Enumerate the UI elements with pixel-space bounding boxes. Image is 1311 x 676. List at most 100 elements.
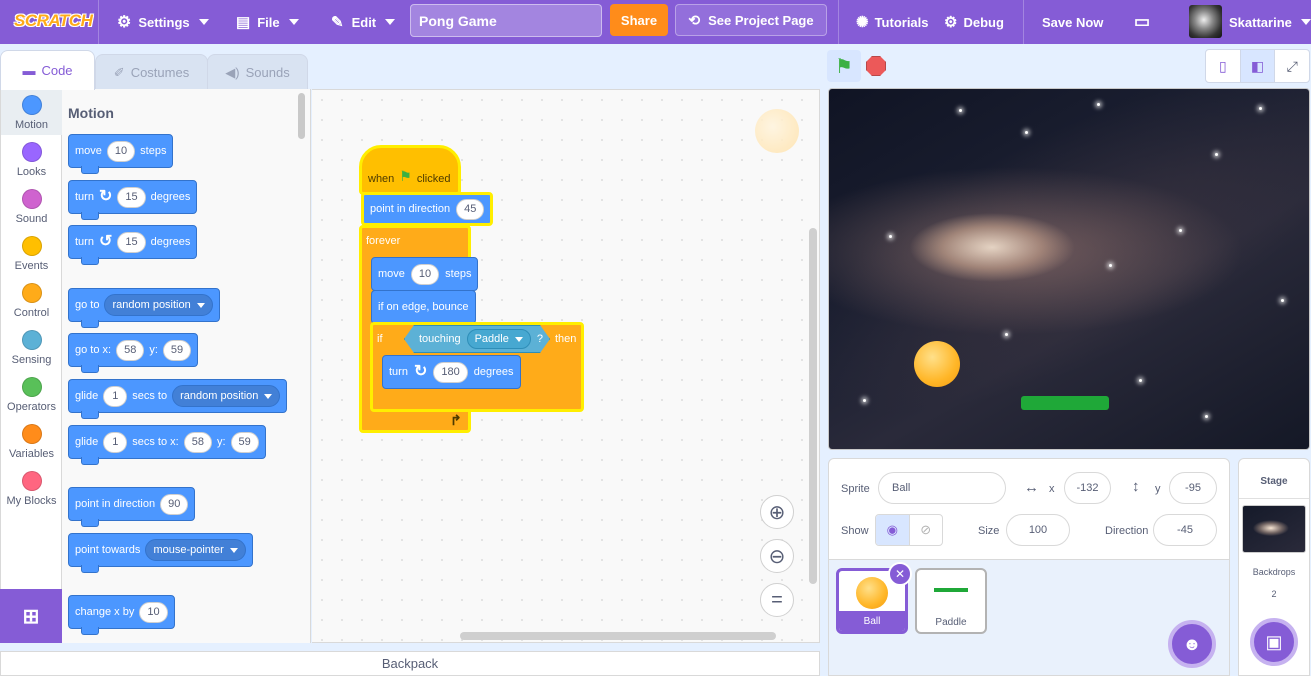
add-extension-button[interactable]: ⊞ bbox=[0, 589, 62, 643]
degrees-input[interactable]: 15 bbox=[117, 231, 146, 253]
add-backdrop-button[interactable]: ▣ bbox=[1250, 618, 1298, 666]
script-turn-block[interactable]: turn ↻ 180 degrees bbox=[382, 355, 521, 389]
star bbox=[1109, 264, 1112, 267]
direction-input[interactable]: 90 bbox=[160, 493, 189, 515]
avatar[interactable] bbox=[1189, 5, 1222, 38]
go-to-target-dropdown[interactable]: random position bbox=[104, 294, 213, 316]
delete-sprite-button[interactable]: ✕ bbox=[888, 562, 912, 586]
glide-target-dropdown[interactable]: random position bbox=[172, 385, 281, 407]
workspace-horizontal-scrollbar[interactable] bbox=[460, 632, 776, 640]
rotate-right-icon: ↻ bbox=[98, 188, 113, 205]
degrees-input[interactable]: 180 bbox=[433, 361, 468, 383]
add-sprite-button[interactable]: ☻ bbox=[1168, 620, 1216, 668]
scratch-logo[interactable]: SCRATCH bbox=[14, 8, 93, 34]
see-project-page-button[interactable]: ⟲ See Project Page bbox=[675, 4, 827, 36]
tutorials-button[interactable]: ✺ Tutorials bbox=[856, 0, 929, 44]
cat-plus-icon: ☻ bbox=[1182, 633, 1202, 654]
glide-block[interactable]: glide 1 secs to random position bbox=[68, 379, 288, 419]
stage-backdrop-thumbnail[interactable] bbox=[1242, 505, 1306, 553]
category-label: Events bbox=[14, 260, 49, 272]
block-text: go to bbox=[75, 299, 100, 311]
turn-right-block[interactable]: turn ↻ 15 degrees bbox=[68, 180, 198, 220]
script-move-steps-block[interactable]: move 10 steps bbox=[371, 257, 479, 291]
green-flag-button[interactable]: ⚑ bbox=[827, 50, 861, 82]
change-x-block[interactable]: change x by 10 bbox=[68, 595, 175, 635]
block-text: change x by bbox=[75, 606, 135, 618]
move-steps-block[interactable]: move 10 steps bbox=[68, 134, 174, 174]
category-sensing[interactable]: Sensing bbox=[1, 324, 62, 370]
backpack-bar[interactable]: Backpack bbox=[0, 651, 820, 676]
y-input[interactable]: 59 bbox=[230, 431, 259, 453]
zoom-out-button[interactable]: ⊖ bbox=[760, 539, 794, 573]
sprite-tile-paddle[interactable]: Paddle bbox=[915, 568, 987, 634]
x-position-input[interactable]: -132 bbox=[1064, 472, 1111, 504]
size-input[interactable]: 100 bbox=[1006, 514, 1070, 546]
save-now-button[interactable]: Save Now bbox=[1042, 0, 1103, 44]
go-to-xy-block[interactable]: go to x: 58 y: 59 bbox=[68, 333, 199, 373]
stage-heading: Stage bbox=[1239, 459, 1309, 499]
touching-target-dropdown[interactable]: Paddle bbox=[467, 329, 531, 349]
file-menu[interactable]: ▤ File bbox=[236, 0, 299, 44]
horizontal-arrows-icon: ↔ bbox=[1024, 479, 1039, 496]
point-towards-block[interactable]: point towards mouse-pointer bbox=[68, 533, 253, 573]
share-button[interactable]: Share bbox=[610, 4, 668, 36]
edit-menu[interactable]: ✎ Edit bbox=[331, 0, 396, 44]
palette-scrollbar[interactable] bbox=[298, 93, 305, 139]
tab-code[interactable]: ▬ Code bbox=[0, 50, 95, 90]
zoom-in-button[interactable]: ⊕ bbox=[760, 495, 794, 529]
normal-stage-button[interactable]: ◧ bbox=[1240, 50, 1276, 82]
secs-input[interactable]: 1 bbox=[103, 431, 128, 453]
direction-input[interactable]: -45 bbox=[1153, 514, 1217, 546]
show-visible-button[interactable]: ◉ bbox=[876, 515, 909, 545]
script-point-in-direction-block[interactable]: point in direction 45 bbox=[361, 192, 494, 226]
change-x-input[interactable]: 10 bbox=[139, 601, 168, 623]
category-my-blocks[interactable]: My Blocks bbox=[1, 465, 62, 511]
my-blocks-color-dot bbox=[21, 471, 42, 491]
steps-input[interactable]: 10 bbox=[410, 263, 440, 285]
category-operators[interactable]: Operators bbox=[1, 371, 62, 417]
steps-input[interactable]: 10 bbox=[106, 140, 136, 162]
category-motion[interactable]: Motion bbox=[1, 89, 62, 135]
category-label: Variables bbox=[8, 448, 55, 460]
x-input[interactable]: 58 bbox=[183, 431, 212, 453]
direction-input[interactable]: 45 bbox=[456, 198, 485, 220]
point-in-direction-block[interactable]: point in direction 90 bbox=[68, 487, 196, 527]
my-stuff-button[interactable]: ▭ bbox=[1134, 0, 1150, 44]
small-stage-button[interactable]: ▯ bbox=[1206, 50, 1241, 82]
zoom-reset-button[interactable]: = bbox=[760, 583, 794, 617]
category-events[interactable]: Events bbox=[1, 230, 62, 276]
x-input[interactable]: 58 bbox=[116, 339, 145, 361]
tab-costumes[interactable]: ✐ Costumes bbox=[95, 54, 208, 90]
category-variables[interactable]: Variables bbox=[1, 418, 62, 464]
degrees-input[interactable]: 15 bbox=[117, 186, 146, 208]
paddle-sprite[interactable] bbox=[1021, 396, 1109, 410]
y-input[interactable]: 59 bbox=[162, 339, 192, 361]
account-menu[interactable]: Skattarine bbox=[1229, 0, 1311, 44]
ball-sprite[interactable] bbox=[914, 341, 960, 387]
sprite-name-input[interactable]: Ball bbox=[878, 472, 1006, 504]
y-position-input[interactable]: -95 bbox=[1169, 472, 1217, 504]
settings-menu[interactable]: ⚙ Settings bbox=[117, 0, 209, 44]
when-flag-clicked-block[interactable]: when ⚑ clicked bbox=[359, 145, 461, 195]
go-to-block[interactable]: go to random position bbox=[68, 288, 220, 328]
workspace-vertical-scrollbar[interactable] bbox=[809, 228, 817, 584]
fullscreen-button[interactable]: ⤢ bbox=[1275, 50, 1309, 82]
script-bounce-block[interactable]: if on edge, bounce bbox=[371, 290, 476, 324]
project-title-input[interactable]: Pong Game bbox=[410, 4, 602, 37]
hide-button[interactable]: ⊘ bbox=[908, 515, 943, 545]
secs-input[interactable]: 1 bbox=[103, 385, 128, 407]
turn-left-block[interactable]: turn ↺ 15 degrees bbox=[68, 225, 198, 265]
block-text: glide bbox=[75, 436, 99, 448]
events-color-dot bbox=[21, 236, 42, 256]
category-sound[interactable]: Sound bbox=[1, 183, 62, 229]
debug-button[interactable]: ⚙ Debug bbox=[944, 0, 1004, 44]
category-control[interactable]: Control bbox=[1, 277, 62, 323]
chevron-down-icon bbox=[196, 302, 205, 308]
touching-sensing-block[interactable]: touching Paddle ? bbox=[404, 325, 550, 353]
category-looks[interactable]: Looks bbox=[1, 136, 62, 182]
tab-sounds[interactable]: ◀) Sounds bbox=[207, 54, 308, 90]
block-text: touching bbox=[419, 333, 461, 345]
stop-button[interactable] bbox=[866, 56, 886, 76]
glide-xy-block[interactable]: glide 1 secs to x: 58 y: 59 bbox=[68, 425, 266, 465]
point-towards-dropdown[interactable]: mouse-pointer bbox=[145, 539, 246, 561]
